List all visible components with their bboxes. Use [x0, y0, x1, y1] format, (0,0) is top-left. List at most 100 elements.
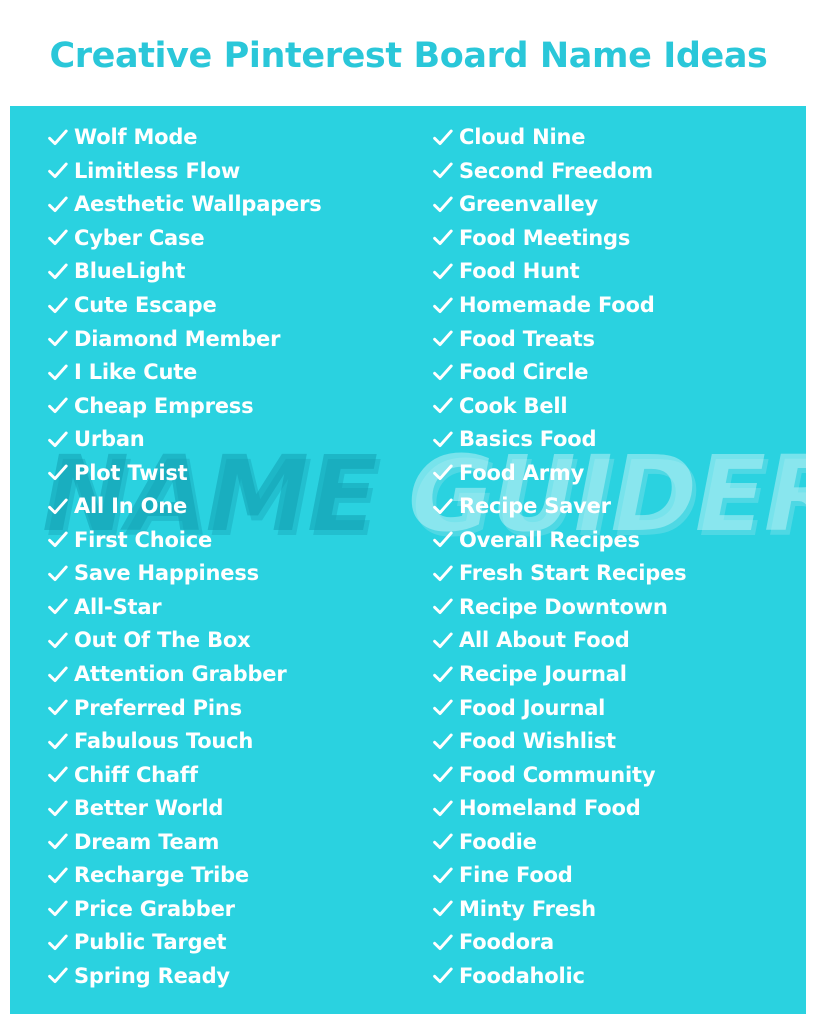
- list-item: Greenvalley: [433, 188, 806, 222]
- list-item: Food Treats: [433, 322, 806, 356]
- list-item: Foodora: [433, 926, 806, 960]
- check-icon: [433, 297, 459, 315]
- list-item: BlueLight: [48, 255, 408, 289]
- list-item: Food Community: [433, 758, 806, 792]
- list-item: Food Wishlist: [433, 725, 806, 759]
- list-item: Minty Fresh: [433, 893, 806, 927]
- check-icon: [433, 129, 459, 147]
- list-item-label: Recharge Tribe: [74, 863, 249, 888]
- list-item-label: Recipe Downtown: [459, 594, 668, 619]
- check-icon: [48, 598, 74, 616]
- check-icon: [433, 800, 459, 818]
- check-icon: [433, 833, 459, 851]
- check-icon: [48, 733, 74, 751]
- check-icon: [433, 229, 459, 247]
- list-item-label: Homemade Food: [459, 293, 655, 317]
- check-icon: [48, 330, 74, 348]
- list-item-label: Food Army: [459, 460, 585, 485]
- list-item-label: Homeland Food: [459, 796, 641, 821]
- list-item: Food Circle: [433, 356, 806, 390]
- list-item-label: Recipe Saver: [459, 494, 611, 519]
- list-item-label: Cook Bell: [459, 393, 568, 418]
- list-item: Wolf Mode: [48, 121, 408, 155]
- list-item-label: Limitless Flow: [74, 158, 241, 183]
- list-item: Food Army: [433, 456, 806, 490]
- list-item-label: Out Of The Box: [74, 628, 251, 653]
- list-item-label: Cute Escape: [74, 293, 217, 317]
- list-item-label: Food Treats: [459, 326, 595, 351]
- list-item-label: Diamond Member: [74, 326, 281, 351]
- list-item-label: Minty Fresh: [459, 896, 596, 921]
- check-icon: [48, 531, 74, 549]
- list-item: Aesthetic Wallpapers: [48, 188, 408, 222]
- check-icon: [48, 464, 74, 482]
- list-item: Diamond Member: [48, 322, 408, 356]
- list-item: Homeland Food: [433, 792, 806, 826]
- page-title: Creative Pinterest Board Name Ideas: [49, 35, 768, 76]
- check-icon: [48, 565, 74, 583]
- list-item: Preferred Pins: [48, 691, 408, 725]
- check-icon: [433, 967, 459, 985]
- list-item: Cute Escape: [48, 289, 408, 323]
- list-item: Fine Food: [433, 859, 806, 893]
- list-item-label: Food Wishlist: [459, 729, 616, 754]
- check-icon: [433, 598, 459, 616]
- list-item: Homemade Food: [433, 289, 806, 323]
- name-columns: Wolf Mode Limitless Flow Aesthetic Wallpap…: [10, 106, 806, 1014]
- list-item-label: Food Journal: [459, 695, 606, 720]
- list-item-label: Food Community: [459, 762, 656, 787]
- check-icon: [48, 934, 74, 952]
- list-item-label: Fabulous Touch: [74, 729, 254, 754]
- name-ideas-panel: NAME GUIDER Wolf Mode Limitless Flow Aesth…: [10, 106, 806, 1014]
- list-item-label: Food Meetings: [459, 225, 631, 250]
- list-item: Food Meetings: [433, 222, 806, 256]
- check-icon: [48, 632, 74, 650]
- list-item-label: Cyber Case: [74, 225, 205, 250]
- check-icon: [48, 498, 74, 516]
- list-item: Save Happiness: [48, 557, 408, 591]
- list-item-label: All In One: [74, 494, 188, 519]
- list-item: Second Freedom: [433, 155, 806, 189]
- check-icon: [433, 632, 459, 650]
- list-item-label: Cloud Nine: [459, 125, 586, 150]
- list-item-label: Spring Ready: [74, 963, 230, 988]
- check-icon: [433, 397, 459, 415]
- list-item-label: Food Hunt: [459, 259, 580, 284]
- list-item-label: Better World: [74, 796, 224, 821]
- check-icon: [433, 867, 459, 885]
- list-item: Urban: [48, 423, 408, 457]
- list-item: Fabulous Touch: [48, 725, 408, 759]
- list-item-label: Recipe Journal: [459, 662, 627, 687]
- list-item: Fresh Start Recipes: [433, 557, 806, 591]
- check-icon: [433, 431, 459, 449]
- check-icon: [433, 196, 459, 214]
- list-item: Chiff Chaff: [48, 758, 408, 792]
- list-item: Recharge Tribe: [48, 859, 408, 893]
- check-icon: [433, 498, 459, 516]
- list-item: Limitless Flow: [48, 155, 408, 189]
- check-icon: [48, 699, 74, 717]
- list-item-label: Price Grabber: [74, 896, 235, 921]
- check-icon: [48, 431, 74, 449]
- list-item-label: Overall Recipes: [459, 527, 640, 552]
- list-item: All In One: [48, 490, 408, 524]
- list-item: I Like Cute: [48, 356, 408, 390]
- list-item: Cloud Nine: [433, 121, 806, 155]
- check-icon: [433, 364, 459, 382]
- list-item-label: Fresh Start Recipes: [459, 561, 687, 586]
- check-icon: [48, 297, 74, 315]
- list-item: Price Grabber: [48, 893, 408, 927]
- list-item-label: Cheap Empress: [74, 393, 254, 418]
- list-item: Spring Ready: [48, 960, 408, 994]
- list-item-label: Wolf Mode: [74, 125, 198, 150]
- list-item: Food Hunt: [433, 255, 806, 289]
- left-column: Wolf Mode Limitless Flow Aesthetic Wallpap…: [10, 106, 408, 1014]
- check-icon: [433, 263, 459, 281]
- check-icon: [433, 699, 459, 717]
- list-item: Out Of The Box: [48, 624, 408, 658]
- check-icon: [433, 733, 459, 751]
- list-item-label: Save Happiness: [74, 561, 259, 586]
- list-item: Cook Bell: [433, 389, 806, 423]
- check-icon: [48, 229, 74, 247]
- check-icon: [433, 162, 459, 180]
